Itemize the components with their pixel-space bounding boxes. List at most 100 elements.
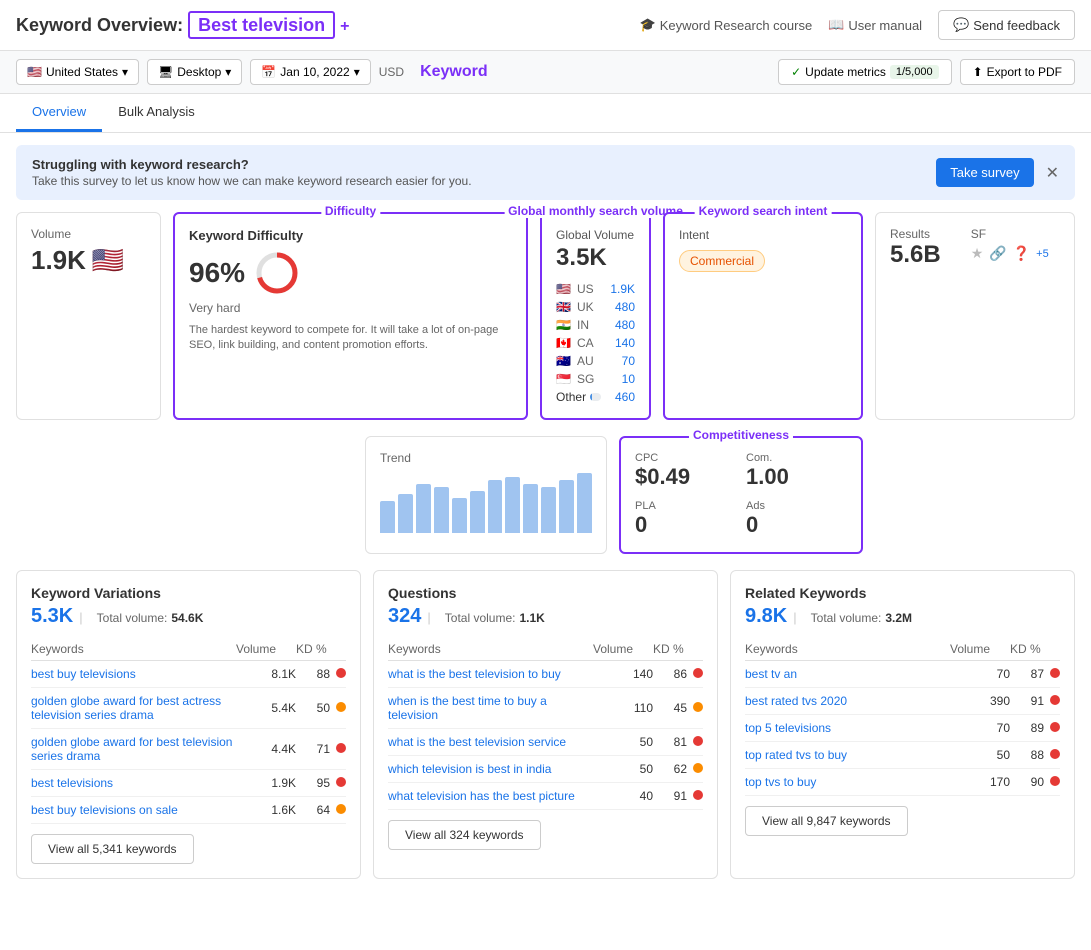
kd-dot-icon <box>1050 668 1060 678</box>
global-volume-section-label: Global monthly search volume <box>504 204 687 218</box>
export-pdf-button[interactable]: ⬆ Export to PDF <box>960 59 1075 85</box>
country-row: 🇺🇸 US 1.9K <box>556 282 635 296</box>
questions-section: Questions 324 | Total volume: 1.1K Keywo… <box>373 570 718 879</box>
trend-bar <box>577 473 592 533</box>
kd-cell: 64 <box>296 797 346 824</box>
trend-bar <box>452 498 467 533</box>
keyword-link[interactable]: what television has the best picture <box>388 789 575 803</box>
page-title: Keyword Overview: Best television + <box>16 15 349 36</box>
table-row: golden globe award for best actress tele… <box>31 688 346 729</box>
country-flag-icon: 🇮🇳 <box>556 318 571 332</box>
user-manual-link[interactable]: 📖 User manual <box>828 17 922 33</box>
table-row: what television has the best picture 40 … <box>388 783 703 810</box>
questions-total-val: 1.1K <box>519 611 544 625</box>
view-all-related-keywords-button[interactable]: View all 9,847 keywords <box>745 806 908 836</box>
cpc-card: Competitiveness CPC $0.49 Com. 1.00 PLA … <box>619 436 863 554</box>
cpc-cell: CPC $0.49 <box>635 452 736 490</box>
table-row: golden globe award for best television s… <box>31 729 346 770</box>
ads-label: Ads <box>746 500 847 512</box>
close-banner-button[interactable]: ✕ <box>1046 163 1059 183</box>
send-feedback-button[interactable]: 💬 Send feedback <box>938 10 1075 40</box>
difficulty-value-row: 96% <box>189 251 512 295</box>
spacer-1 <box>16 436 161 554</box>
country-value: 480 <box>607 300 635 314</box>
manual-icon: 📖 <box>828 17 844 33</box>
keyword-link[interactable]: top rated tvs to buy <box>745 748 847 762</box>
table-row: which television is best in india 50 62 <box>388 756 703 783</box>
take-survey-button[interactable]: Take survey <box>936 158 1033 187</box>
keyword-link[interactable]: what is the best television service <box>388 735 566 749</box>
pla-cell: PLA 0 <box>635 500 736 538</box>
page-header: Keyword Overview: Best television + 🎓 Ke… <box>0 0 1091 51</box>
keyword-link[interactable]: best buy televisions <box>31 667 136 681</box>
kd-dot-icon <box>1050 722 1060 732</box>
difficulty-card: Difficulty Keyword Difficulty 96% Very h… <box>173 212 528 420</box>
keyword-highlight[interactable]: Best television <box>188 11 335 39</box>
volume-cell: 390 <box>950 688 1010 715</box>
volume-card: Volume 1.9K 🇺🇸 <box>16 212 161 420</box>
tab-bulk-analysis[interactable]: Bulk Analysis <box>102 94 211 132</box>
intent-badge: Commercial <box>679 250 765 272</box>
trend-bar <box>559 480 574 533</box>
country-row: 🇦🇺 AU 70 <box>556 354 635 368</box>
course-icon: 🎓 <box>640 17 656 33</box>
keyword-link[interactable]: golden globe award for best television s… <box>31 735 232 763</box>
keyword-link[interactable]: top tvs to buy <box>745 775 816 789</box>
difficulty-donut-chart <box>255 251 299 295</box>
add-keyword-icon[interactable]: + <box>340 18 349 35</box>
results-label: Results <box>890 227 941 241</box>
keyword-variations-section: Keyword Variations 5.3K | Total volume: … <box>16 570 361 879</box>
other-bar-wrap <box>590 393 601 401</box>
ads-value: 0 <box>746 512 847 538</box>
col-kd-header: KD % <box>296 638 346 661</box>
keyword-link[interactable]: best buy televisions on sale <box>31 803 178 817</box>
trend-bar <box>523 484 538 533</box>
device-dropdown[interactable]: 🖥 Desktop ▾ <box>147 59 242 85</box>
kd-cell: 45 <box>653 688 703 729</box>
keyword-link[interactable]: best televisions <box>31 776 113 790</box>
volume-cell: 70 <box>950 661 1010 688</box>
country-dropdown[interactable]: 🇺🇸 United States ▾ <box>16 59 139 85</box>
date-dropdown[interactable]: 📅 Jan 10, 2022 ▾ <box>250 59 370 85</box>
view-all-questions-button[interactable]: View all 324 keywords <box>388 820 541 850</box>
rk-col-volume-header: Volume <box>950 638 1010 661</box>
results-value: 5.6B <box>890 241 941 269</box>
keyword-link[interactable]: which television is best in india <box>388 762 551 776</box>
title-prefix: Keyword Overview: <box>16 15 183 35</box>
questions-title: Questions <box>388 585 703 601</box>
keyword-link[interactable]: best rated tvs 2020 <box>745 694 847 708</box>
export-icon: ⬆ <box>973 65 983 79</box>
col-keywords-header: Keywords <box>31 638 236 661</box>
related-keywords-table-body: best tv an 70 87 best rated tvs 2020 390… <box>745 661 1060 796</box>
feedback-icon: 💬 <box>953 17 969 33</box>
volume-cell: 50 <box>593 729 653 756</box>
kd-dot-icon <box>693 702 703 712</box>
keyword-link[interactable]: golden globe award for best actress tele… <box>31 694 221 722</box>
update-metrics-button[interactable]: ✓ Update metrics 1/5,000 <box>778 59 951 85</box>
keyword-research-course-link[interactable]: 🎓 Keyword Research course <box>640 17 813 33</box>
view-all-keyword-variations-button[interactable]: View all 5,341 keywords <box>31 834 194 864</box>
tab-overview[interactable]: Overview <box>16 94 102 132</box>
survey-banner: Struggling with keyword research? Take t… <box>16 145 1075 200</box>
questions-count: 324 <box>388 605 421 628</box>
competitiveness-section-label: Competitiveness <box>689 428 793 442</box>
trend-bar <box>488 480 503 533</box>
volume-value: 1.9K 🇺🇸 <box>31 245 146 276</box>
spacer-2 <box>173 436 353 554</box>
metrics-row-1: Volume 1.9K 🇺🇸 Difficulty Keyword Diffic… <box>16 212 1075 420</box>
tab-bar: Overview Bulk Analysis <box>0 94 1091 133</box>
kd-dot-icon <box>693 763 703 773</box>
keyword-variations-total-label: Total volume: <box>97 611 168 625</box>
country-value: 70 <box>607 354 635 368</box>
kd-dot-icon <box>336 743 346 753</box>
sf-plus[interactable]: +5 <box>1036 248 1049 260</box>
keyword-link[interactable]: top 5 televisions <box>745 721 831 735</box>
chevron-down-icon: ▾ <box>122 65 128 79</box>
col-volume-header: Volume <box>236 638 296 661</box>
survey-subtitle: Take this survey to let us know how we c… <box>32 174 472 188</box>
keyword-link[interactable]: best tv an <box>745 667 797 681</box>
toolbar-actions: ✓ Update metrics 1/5,000 ⬆ Export to PDF <box>778 59 1075 85</box>
keyword-link[interactable]: when is the best time to buy a televisio… <box>388 694 547 722</box>
country-row: 🇨🇦 CA 140 <box>556 336 635 350</box>
keyword-link[interactable]: what is the best television to buy <box>388 667 561 681</box>
